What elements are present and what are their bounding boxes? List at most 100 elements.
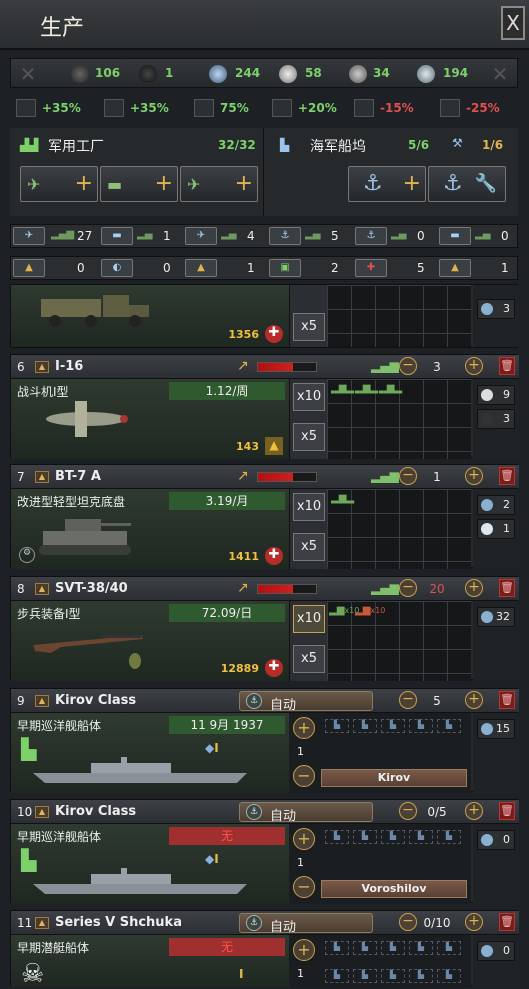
tungsten-value: 34 [373, 66, 390, 80]
production-line-kirov[interactable]: 9 ▲ Kirov Class ⚓ 自动 − 5 + 🗑 早期巡洋舰船体 11 9… [10, 688, 519, 793]
train-count: 0 [77, 261, 85, 275]
remove-factory-button[interactable]: − [399, 357, 417, 375]
x5-button[interactable]: x5 [293, 313, 325, 341]
production-cost: 1411 [228, 550, 259, 563]
dockyard-bars-icon: ▂▄ [475, 229, 491, 240]
add-repair-line-button[interactable]: ⚓ 🔧 [428, 166, 506, 202]
add-dockyard-button[interactable]: + [465, 802, 483, 820]
auto-label: 自动 [270, 809, 297, 824]
cas-count: 27 [77, 229, 93, 243]
remove-ship-button[interactable]: − [293, 876, 315, 898]
cas-icon[interactable]: ✈ [13, 227, 45, 245]
add-factory-button[interactable]: + [465, 357, 483, 375]
trash-icon[interactable]: 🗑 [499, 913, 515, 931]
line-item-area[interactable]: 战斗机I型 1.12/周 143 ▲ [11, 379, 289, 459]
auto-mode-toggle[interactable]: ⚓ 自动 [239, 913, 373, 935]
production-line-svt[interactable]: 8 ▲ SVT-38/40 ↗ ▂▄▆ − 20 + 🗑 步兵装备I型 72.0… [10, 576, 519, 681]
line-item-area[interactable]: 早期巡洋舰船体 11 9月 1937 ▙ ◆I [11, 713, 289, 793]
priority-up-icon[interactable]: ▲ [35, 917, 49, 929]
remove-dockyard-button[interactable]: − [399, 691, 417, 709]
production-line-i16[interactable]: 6 ▲ I-16 ↗ ▂▄▆ − 3 + 🗑 战斗机I型 1.12/周 143 … [10, 354, 519, 459]
train-icon[interactable]: ▲ [13, 259, 45, 277]
add-ship-button[interactable]: + [293, 717, 315, 739]
line-item-area[interactable]: 1356 ✚ [11, 285, 289, 347]
priority-up-icon[interactable]: ▲ [35, 583, 49, 595]
trash-icon[interactable]: 🗑 [499, 357, 515, 375]
priority-up-icon[interactable]: ▲ [35, 361, 49, 373]
auto-label: 自动 [270, 698, 297, 713]
efficiency-icon: ↗ [237, 358, 249, 374]
trash-icon[interactable]: 🗑 [499, 691, 515, 709]
close-button[interactable]: X [501, 6, 525, 40]
ship-name-field[interactable]: Voroshilov [321, 880, 467, 898]
production-line-truck[interactable]: 1356 ✚ x5 3 [10, 284, 519, 348]
auto-mode-toggle[interactable]: ⚓ 自动 [239, 691, 373, 713]
x10-button[interactable]: x10 [293, 383, 325, 411]
dockyard-slot: ▙ [353, 969, 377, 983]
remove-factory-button[interactable]: − [399, 467, 417, 485]
add-ship-button[interactable]: + [293, 939, 315, 961]
remove-dockyard-button[interactable]: − [399, 913, 417, 931]
upgrade-icon[interactable]: ▲ [185, 259, 217, 277]
line-item-area[interactable]: 早期巡洋舰船体 无 ▙ ◆I [11, 824, 289, 904]
remove-factory-button[interactable]: − [399, 579, 417, 597]
priority-up-icon[interactable]: ▲ [35, 471, 49, 483]
add-air-support-line-button[interactable]: ✈ + [20, 166, 98, 202]
medical-icon[interactable]: ✚ [355, 259, 387, 277]
line-item-area[interactable]: 改进型轻型坦克底盘 3.19/月 ⚙ 1411 ✚ [11, 489, 289, 569]
production-line-shchuka[interactable]: 11 ▲ Series V Shchuka ⚓ 自动 − 0/10 + 🗑 早期潜… [10, 910, 519, 989]
line-header: 6 ▲ I-16 ↗ ▂▄▆ − 3 + 🗑 [11, 355, 519, 379]
trash-icon[interactable]: 🗑 [499, 467, 515, 485]
add-ship-line-button[interactable]: ⚓ + [348, 166, 426, 202]
remove-ship-button[interactable]: − [293, 765, 315, 787]
priority-up-icon[interactable]: ▲ [35, 695, 49, 707]
add-ship-button[interactable]: + [293, 828, 315, 850]
steel-need: 0 [477, 830, 515, 850]
anchor-icon[interactable]: ⚓ [355, 227, 387, 245]
x10-button[interactable]: x10 [293, 493, 325, 521]
fighter-icon[interactable]: ✈ [185, 227, 217, 245]
x5-button[interactable]: x5 [293, 645, 325, 673]
production-line-kirov-2[interactable]: 10 ▲ Kirov Class ⚓ 自动 − 0/5 + 🗑 早期巡洋舰船体 无… [10, 799, 519, 904]
rubber-value: 1 [165, 66, 174, 80]
auto-mode-toggle[interactable]: ⚓ 自动 [239, 802, 373, 824]
anchor-icon: ⚓ [246, 693, 262, 709]
production-line-bt7[interactable]: 7 ▲ BT-7 A ↗ ▂▄▆ − 1 + 🗑 改进型轻型坦克底盘 3.19/… [10, 464, 519, 569]
trash-icon[interactable]: 🗑 [499, 802, 515, 820]
add-fighter-line-button[interactable]: ✈ + [180, 166, 258, 202]
ship-quantity: 1 [297, 745, 304, 758]
x10-button[interactable]: x10 [293, 605, 325, 633]
tank-icon[interactable]: ▬ [101, 227, 133, 245]
add-dockyard-button[interactable]: + [465, 913, 483, 931]
add-dockyard-button[interactable]: + [465, 691, 483, 709]
garrison-icon[interactable]: ▣ [269, 259, 301, 277]
repair-icon: ⚒ [452, 136, 463, 150]
x5-button[interactable]: x5 [293, 423, 325, 451]
dockyard-count: 5 [433, 694, 441, 708]
rubber-icon [481, 413, 493, 425]
trash-icon[interactable]: 🗑 [499, 579, 515, 597]
modifier-row: +35% +35% 75% +20% -15% -25% [10, 96, 518, 122]
ship-name-field[interactable]: Kirov [321, 769, 467, 787]
aluminium-need: 9 [477, 385, 515, 405]
line-item-area[interactable]: 早期潜艇船体 无 ☠ I [11, 935, 289, 989]
line-item-area[interactable]: 步兵装备I型 72.09/日 12889 ✚ [11, 601, 289, 681]
dockyard-slot: ▙ [409, 719, 433, 733]
steel-need: 15 [477, 719, 515, 739]
ship-image [33, 868, 247, 894]
modifier-value: 75% [220, 101, 249, 115]
ship-icon[interactable]: ▬ [439, 227, 471, 245]
add-factory-button[interactable]: + [465, 467, 483, 485]
remove-dockyard-button[interactable]: − [399, 802, 417, 820]
production-rate: 72.09/日 [169, 604, 285, 622]
equipment-name: 早期巡洋舰船体 [17, 719, 102, 733]
ship-repair-icon[interactable]: ⚓ [269, 227, 301, 245]
priority-up-icon[interactable]: ▲ [35, 806, 49, 818]
x5-button[interactable]: x5 [293, 533, 325, 561]
add-tank-line-button[interactable]: ▬ + [100, 166, 178, 202]
train-icon[interactable]: ▲ [439, 259, 471, 277]
add-factory-button[interactable]: + [465, 579, 483, 597]
fuel-icon[interactable]: ◐ [101, 259, 133, 277]
plus-icon: + [402, 171, 421, 196]
steel-icon [481, 834, 493, 846]
